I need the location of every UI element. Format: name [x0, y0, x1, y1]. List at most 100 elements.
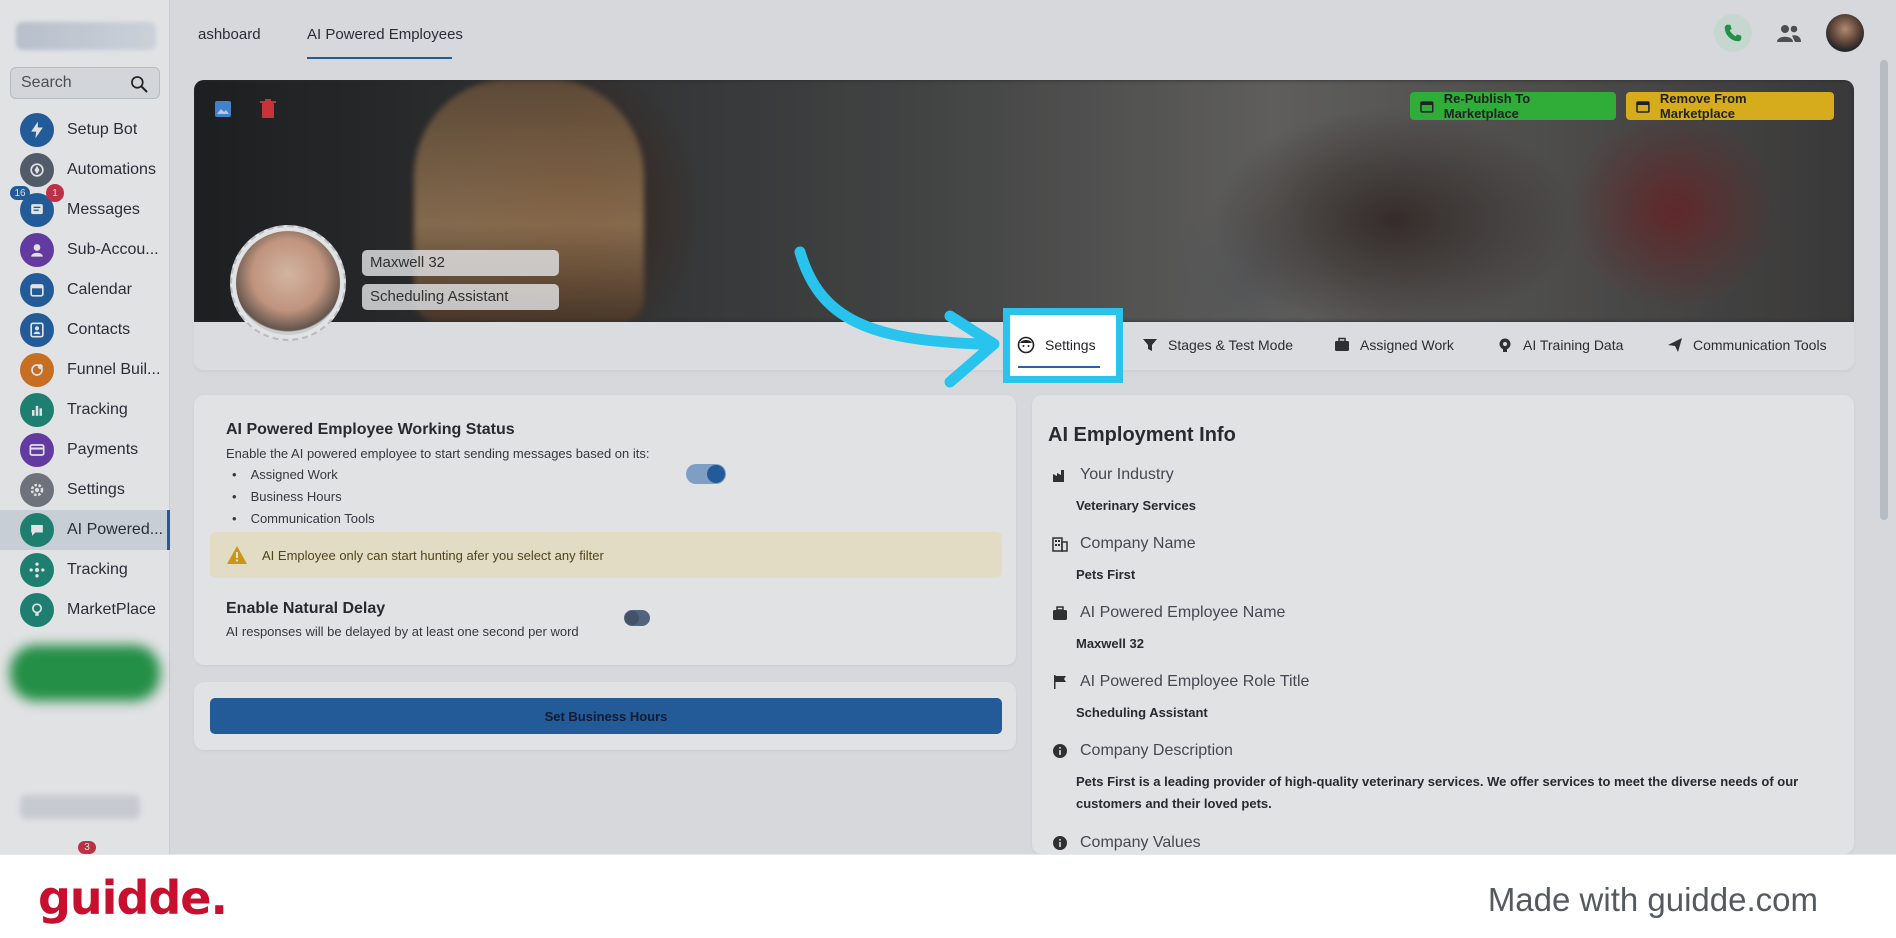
calendar-icon: [20, 273, 54, 307]
briefcase-icon: [1053, 606, 1067, 620]
toggle-knob: [625, 611, 639, 625]
sidebar-item-label: Contacts: [67, 321, 131, 338]
info-icon: [1053, 836, 1067, 850]
callout-arrow: [794, 246, 1000, 388]
store-icon: [1420, 101, 1434, 113]
info-field-label: Company Description: [1052, 742, 1233, 760]
chart-icon: [20, 393, 54, 427]
natural-delay-title: Enable Natural Delay: [226, 600, 386, 617]
toggle-knob: [707, 465, 725, 483]
gear-icon: [20, 473, 54, 507]
company-name-label: Company Name: [1080, 535, 1196, 552]
search-icon[interactable]: [129, 74, 149, 94]
store-icon: [1636, 101, 1650, 113]
sidebar-item-label: Funnel Buil...: [67, 361, 161, 378]
app-logo: [16, 22, 156, 50]
company-description-value: Pets First is a leading provider of high…: [1076, 774, 1799, 811]
made-with-text: Made with guidde.com: [1487, 881, 1818, 918]
sidebar-item-automations[interactable]: Automations: [0, 150, 170, 190]
tab-dashboard[interactable]: ashboard: [198, 26, 261, 43]
remove-from-marketplace-button[interactable]: Remove From Marketplace: [1626, 91, 1834, 121]
tab-ai-powered-employees[interactable]: AI Powered Employees: [307, 26, 463, 43]
automation-icon: [20, 153, 54, 187]
sidebar-item-label: Settings: [67, 481, 125, 498]
sidebar-item-sub-accounts[interactable]: Sub-Accou...: [0, 230, 170, 270]
sidebar-item-funnel-builder[interactable]: Funnel Buil...: [0, 350, 170, 390]
employee-name-field[interactable]: Maxwell 32: [362, 250, 559, 276]
factory-icon: [1053, 470, 1064, 482]
sidebar-item-label: MarketPlace: [67, 601, 156, 618]
network-icon: [20, 553, 54, 587]
republish-button[interactable]: Re-Publish To Marketplace: [1410, 91, 1616, 121]
sidebar-item-label: Messages: [67, 201, 140, 218]
avatar[interactable]: [1826, 14, 1864, 52]
bullet-item: Communication Tools: [232, 511, 375, 526]
sidebar-item-settings[interactable]: Settings: [0, 470, 170, 510]
footer-bar: guidde. Made with guidde.com: [0, 854, 1896, 938]
lightning-icon: [20, 113, 54, 147]
info-field-label: Company Name: [1052, 535, 1196, 553]
blurred-language-selector[interactable]: [20, 795, 140, 819]
sidebar-item-contacts[interactable]: Contacts: [0, 310, 170, 350]
tab-settings[interactable]: Settings: [1017, 336, 1096, 354]
role-title-value: Scheduling Assistant: [1076, 705, 1208, 720]
search-box[interactable]: [10, 67, 160, 99]
funnel-icon: [20, 353, 54, 387]
sidebar-item-calendar[interactable]: Calendar: [0, 270, 170, 310]
brain-icon: [1499, 338, 1511, 352]
image-edit-icon[interactable]: [214, 100, 232, 118]
tab-stages-test-mode[interactable]: Stages & Test Mode: [1142, 337, 1293, 353]
sidebar-item-label: Sub-Accou...: [67, 241, 159, 258]
chat-icon: [20, 513, 54, 547]
tab-label: Settings: [1045, 337, 1096, 353]
active-tab-underline: [1018, 366, 1100, 368]
sidebar-item-setup-bot[interactable]: Setup Bot: [0, 110, 170, 150]
tab-label: Assigned Work: [1360, 337, 1454, 353]
employee-role-field[interactable]: Scheduling Assistant: [362, 284, 559, 310]
info-field-label: AI Powered Employee Name: [1052, 604, 1285, 622]
sidebar-item-ai-powered[interactable]: AI Powered...: [0, 510, 170, 550]
working-status-toggle[interactable]: [686, 464, 726, 484]
sidebar-item-marketplace[interactable]: MarketPlace: [0, 590, 170, 630]
sidebar-item-label: Payments: [67, 441, 139, 458]
working-status-description: Enable the AI powered employee to start …: [226, 446, 650, 461]
messages-count-badge: 16: [10, 186, 30, 200]
sidebar-item-label: Tracking: [67, 561, 128, 578]
sidebar-item-label: Calendar: [67, 281, 132, 298]
guidde-logo: guidde.: [38, 871, 228, 925]
trash-icon[interactable]: [260, 99, 276, 119]
phone-button[interactable]: [1714, 14, 1752, 52]
bulb-icon: [20, 593, 54, 627]
set-business-hours-button[interactable]: Set Business Hours: [210, 698, 1002, 734]
sidebar-item-label: Tracking: [67, 401, 128, 418]
sidebar-item-tracking-2[interactable]: Tracking: [0, 550, 170, 590]
employment-info-title: AI Employment Info: [1048, 424, 1236, 446]
company-description-label: Company Description: [1080, 742, 1233, 759]
tab-communication-tools[interactable]: Communication Tools: [1667, 337, 1827, 353]
sidebar-item-label: Setup Bot: [67, 121, 138, 138]
employee-name-label: AI Powered Employee Name: [1080, 604, 1286, 621]
natural-delay-toggle[interactable]: [624, 610, 650, 626]
blurred-action-button[interactable]: [10, 645, 160, 701]
bullet-item: Business Hours: [232, 489, 342, 504]
bullet-item: Assigned Work: [232, 467, 338, 482]
briefcase-icon: [1335, 337, 1349, 351]
building-icon: [1052, 537, 1068, 552]
employee-avatar[interactable]: [230, 225, 346, 341]
sidebar-item-label: AI Powered...: [67, 521, 164, 538]
republish-label: Re-Publish To Marketplace: [1443, 91, 1531, 121]
industry-label: Your Industry: [1080, 466, 1174, 483]
tab-ai-training-data[interactable]: AI Training Data: [1497, 337, 1623, 353]
company-name-value: Pets First: [1076, 567, 1136, 582]
send-icon: [1668, 338, 1682, 352]
info-field-label: Company Values: [1052, 834, 1201, 852]
sidebar-item-payments[interactable]: Payments: [0, 430, 170, 470]
search-input[interactable]: [21, 74, 131, 92]
users-icon: [1777, 25, 1801, 42]
messages-unread-badge: 1: [46, 184, 64, 202]
contacts-button[interactable]: [1770, 14, 1808, 52]
tab-assigned-work[interactable]: Assigned Work: [1334, 337, 1454, 353]
sidebar-item-tracking[interactable]: Tracking: [0, 390, 170, 430]
employee-photo: [236, 231, 340, 335]
page-scrollbar[interactable]: [1880, 60, 1888, 520]
